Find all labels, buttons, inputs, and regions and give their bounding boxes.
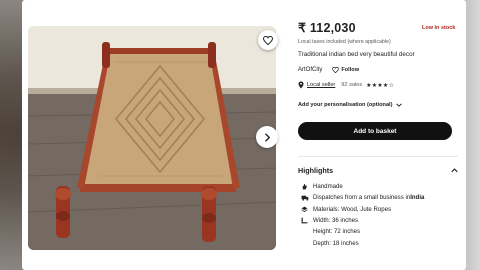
ruler-icon [300, 217, 309, 224]
follow-label: Follow [341, 67, 360, 73]
local-seller-link[interactable]: Local seller [307, 82, 335, 88]
chevron-down-icon [396, 103, 403, 107]
personalisation-toggle[interactable]: Add your personalisation (optional) [298, 102, 403, 108]
next-image-button[interactable] [256, 126, 278, 148]
stock-status: Low in stock [422, 25, 456, 31]
divider [298, 156, 458, 157]
location-pin-icon [298, 81, 304, 89]
chevron-right-icon [265, 132, 271, 142]
personalisation-label: Add your personalisation (optional) [298, 102, 393, 108]
favourite-button[interactable] [258, 30, 278, 50]
highlight-item: Width: 36 inches [300, 215, 424, 226]
highlight-item: Dispatches from a small business in Indi… [300, 192, 424, 203]
seller-row: Local seller 92 sales ★★★★☆ [298, 81, 394, 89]
truck-icon [300, 195, 309, 201]
highlight-text: Depth: 18 inches [313, 239, 359, 247]
hand-icon [300, 183, 309, 190]
star-rating[interactable]: ★★★★☆ [366, 82, 394, 89]
highlight-text: Materials: Wood, Jute Ropes [313, 205, 392, 213]
sales-count: 92 sales [341, 82, 363, 88]
add-to-basket-button[interactable]: Add to basket [298, 122, 452, 140]
charpai-bed-illustration [28, 26, 276, 250]
product-listing-page: ₹ 112,030 Low in stock Local taxes inclu… [22, 0, 466, 270]
highlight-item: Materials: Wood, Jute Ropes [300, 204, 424, 215]
highlight-text: Dispatches from a small business in [313, 194, 411, 202]
shop-row: ArtOfCity Follow [298, 67, 359, 73]
highlight-country: India [410, 194, 425, 202]
highlight-text: Width: 36 inches [313, 217, 359, 225]
tax-note: Local taxes included (where applicable) [298, 39, 391, 45]
highlight-text: Handmade [313, 183, 343, 191]
heart-icon [263, 35, 273, 45]
product-title: Traditional indian bed very beautiful de… [298, 51, 415, 58]
highlight-item: Depth: 18 inches [300, 237, 424, 248]
highlights-list: Handmade Dispatches from a small busines… [300, 181, 424, 249]
layers-icon [300, 206, 309, 213]
follow-button[interactable]: Follow [332, 67, 359, 73]
shop-name-link[interactable]: ArtOfCity [298, 67, 322, 73]
chevron-up-icon [451, 168, 458, 173]
highlights-heading: Highlights [298, 166, 334, 175]
highlights-toggle[interactable]: Highlights [298, 166, 458, 175]
product-image[interactable] [28, 26, 276, 250]
highlight-item: Height: 72 inches [300, 226, 424, 237]
price: ₹ 112,030 [298, 21, 356, 35]
highlight-text: Height: 72 inches [313, 228, 361, 236]
highlight-item: Handmade [300, 181, 424, 192]
heart-icon [332, 67, 340, 73]
